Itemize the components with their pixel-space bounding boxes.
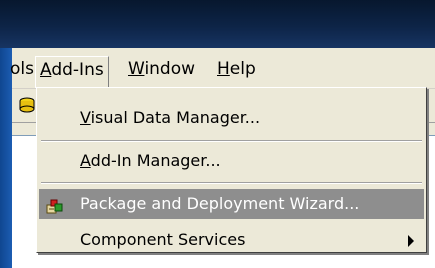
menu-bar: ols Add-Ins Window Help [10, 48, 435, 89]
menu-add-ins-label: dd-Ins [51, 60, 104, 80]
component-services-label: Component Services [80, 230, 246, 249]
add-in-manager-label: dd-In Manager... [90, 151, 221, 170]
menu-add-ins-mnemonic: A [40, 60, 52, 80]
menu-item-package-deployment-wizard[interactable]: Package and Deployment Wizard... [39, 189, 424, 219]
visual-data-manager-label: isual Data Manager... [90, 108, 261, 127]
menu-item-visual-data-manager[interactable]: Visual Data Manager... [39, 103, 424, 133]
menu-window-mnemonic: W [128, 59, 145, 79]
menu-item-component-services[interactable]: Component Services [39, 225, 424, 255]
data-manager-icon[interactable] [18, 96, 36, 114]
menu-window[interactable]: Window [124, 56, 199, 82]
package-deployment-wizard-label: Package and Deployment Wizard... [80, 194, 360, 213]
menu-help-label: elp [229, 59, 256, 79]
add-in-manager-mnemonic: A [80, 151, 91, 170]
menu-item-add-in-manager[interactable]: Add-In Manager... [39, 146, 424, 176]
add-ins-dropdown-menu: Visual Data Manager... Add-In Manager...… [36, 87, 427, 253]
menu-separator [41, 182, 422, 184]
visual-data-manager-mnemonic: V [80, 108, 91, 127]
menu-help-mnemonic: H [217, 59, 230, 79]
submenu-arrow-icon [408, 235, 414, 247]
menu-tools[interactable]: ols [6, 56, 38, 82]
menu-add-ins[interactable]: Add-Ins [35, 56, 109, 88]
menu-tools-label: ols [10, 59, 34, 79]
menu-window-label: indow [144, 59, 196, 79]
menu-help[interactable]: Help [213, 56, 260, 82]
package-wizard-icon [46, 195, 64, 214]
title-bar [0, 0, 435, 48]
menu-separator [41, 140, 422, 142]
